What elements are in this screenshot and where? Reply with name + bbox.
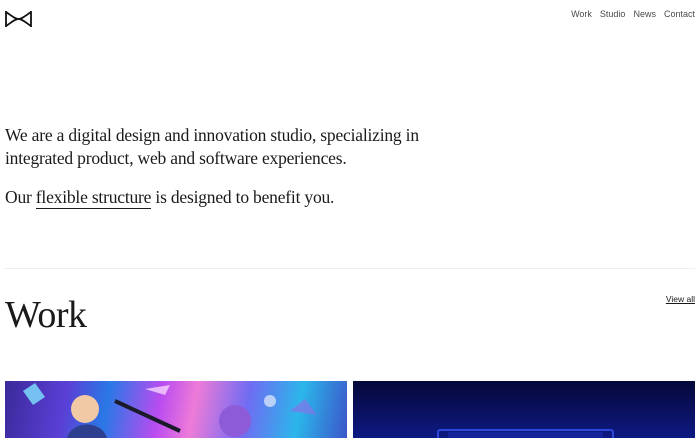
work-card-game-key-art[interactable]	[5, 381, 347, 438]
section-divider	[5, 268, 695, 269]
colorful-game-key-art-thumbnail	[23, 383, 317, 438]
intro-section: We are a digital design and innovation s…	[5, 124, 465, 209]
work-heading: Work	[5, 294, 87, 336]
nav-item-contact[interactable]: Contact	[664, 9, 695, 19]
work-card-neon-project[interactable]	[353, 381, 695, 438]
intro-structure-suffix: is designed to benefit you.	[151, 187, 335, 207]
nav-item-news[interactable]: News	[633, 9, 656, 19]
nav-item-studio[interactable]: Studio	[600, 9, 626, 19]
intro-structure-prefix: Our	[5, 187, 36, 207]
bowtie-logo-icon[interactable]	[5, 9, 32, 29]
nav-item-work[interactable]: Work	[571, 9, 592, 19]
view-all-link[interactable]: View all	[666, 294, 695, 304]
flexible-structure-link[interactable]: flexible structure	[35, 187, 151, 209]
dark-blue-neon-thumbnail	[437, 429, 614, 438]
intro-structure-line: Our flexible structure is designed to be…	[5, 186, 465, 209]
main-nav: Work Studio News Contact	[571, 9, 695, 19]
intro-statement: We are a digital design and innovation s…	[5, 125, 419, 168]
